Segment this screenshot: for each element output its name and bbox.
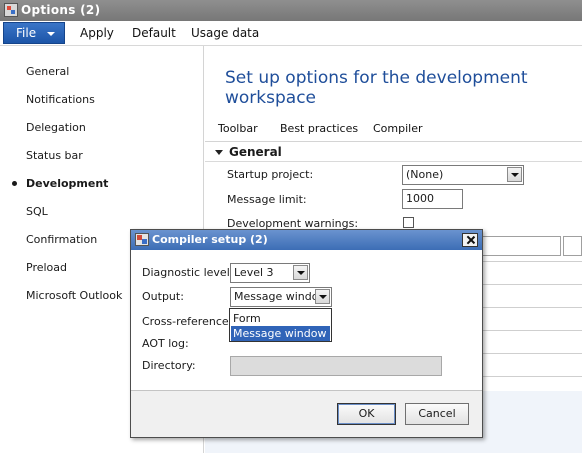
directory-input — [230, 356, 442, 376]
close-icon[interactable] — [462, 233, 478, 247]
chevron-down-icon — [47, 32, 55, 36]
window-title: Options (2) — [21, 3, 101, 17]
diagnostic-level-value: Level 3 — [234, 266, 274, 279]
startup-project-value: (None) — [406, 168, 444, 181]
tab-toolbar[interactable]: Toolbar — [218, 122, 258, 135]
cancel-button[interactable]: Cancel — [405, 403, 469, 425]
dialog-app-icon — [135, 233, 149, 246]
message-limit-input[interactable]: 1000 — [402, 189, 463, 209]
collapse-triangle-icon — [215, 150, 223, 155]
cross-reference-label: Cross-reference: — [142, 315, 233, 328]
sidebar-item-confirmation[interactable]: Confirmation — [26, 233, 97, 246]
window-titlebar: Options (2) — [0, 0, 582, 21]
app-icon — [4, 3, 18, 17]
active-bullet-icon — [12, 181, 17, 186]
startup-project-label: Startup project: — [227, 168, 314, 181]
divider — [205, 161, 582, 162]
chevron-down-icon[interactable] — [315, 289, 330, 304]
message-limit-value: 1000 — [406, 192, 434, 205]
dropdown-option-message-window[interactable]: Message window — [231, 326, 330, 341]
sidebar-item-label: Development — [26, 177, 109, 190]
chevron-down-icon[interactable] — [507, 167, 522, 182]
file-menu-button[interactable]: File — [3, 22, 65, 44]
dialog-footer: OK Cancel — [131, 390, 482, 437]
section-title: General — [229, 145, 282, 159]
output-label: Output: — [142, 290, 184, 303]
output-value: Message window — [234, 290, 328, 303]
startup-project-combo[interactable]: (None) — [402, 165, 524, 185]
section-general[interactable]: General — [215, 145, 282, 159]
grid-cell[interactable] — [563, 236, 582, 256]
sidebar-item-development[interactable]: Development — [0, 177, 200, 191]
output-dropdown-list: Form Message window — [229, 308, 332, 342]
sidebar-item-microsoft-outlook[interactable]: Microsoft Outlook — [26, 289, 122, 302]
sidebar-item-notifications[interactable]: Notifications — [26, 93, 95, 106]
apply-button[interactable]: Apply — [80, 26, 114, 40]
directory-label: Directory: — [142, 359, 196, 372]
ok-button[interactable]: OK — [337, 403, 396, 425]
sidebar-item-general[interactable]: General — [26, 65, 69, 78]
page-title: Set up options for the development works… — [225, 68, 528, 108]
sidebar-item-delegation[interactable]: Delegation — [26, 121, 86, 134]
development-warnings-checkbox[interactable] — [403, 217, 414, 228]
message-limit-label: Message limit: — [227, 193, 307, 206]
dialog-titlebar[interactable]: Compiler setup (2) — [131, 230, 482, 250]
usage-data-button[interactable]: Usage data — [191, 26, 259, 40]
dropdown-option-form[interactable]: Form — [231, 311, 330, 326]
dialog-title: Compiler setup (2) — [152, 233, 268, 246]
chevron-down-icon[interactable] — [293, 265, 308, 280]
diagnostic-level-combo[interactable]: Level 3 — [230, 263, 310, 283]
sidebar-item-status-bar[interactable]: Status bar — [26, 149, 83, 162]
tabs-divider — [205, 141, 582, 142]
default-button[interactable]: Default — [132, 26, 176, 40]
tab-compiler[interactable]: Compiler — [373, 122, 423, 135]
menu-bar: File Apply Default Usage data — [0, 21, 582, 46]
diagnostic-level-label: Diagnostic level: — [142, 266, 234, 279]
tab-best-practices[interactable]: Best practices — [280, 122, 358, 135]
file-menu-label: File — [16, 26, 37, 40]
output-combo[interactable]: Message window — [230, 287, 332, 307]
aot-log-label: AOT log: — [142, 337, 189, 350]
sidebar-item-preload[interactable]: Preload — [26, 261, 67, 274]
sidebar-item-sql[interactable]: SQL — [26, 205, 48, 218]
